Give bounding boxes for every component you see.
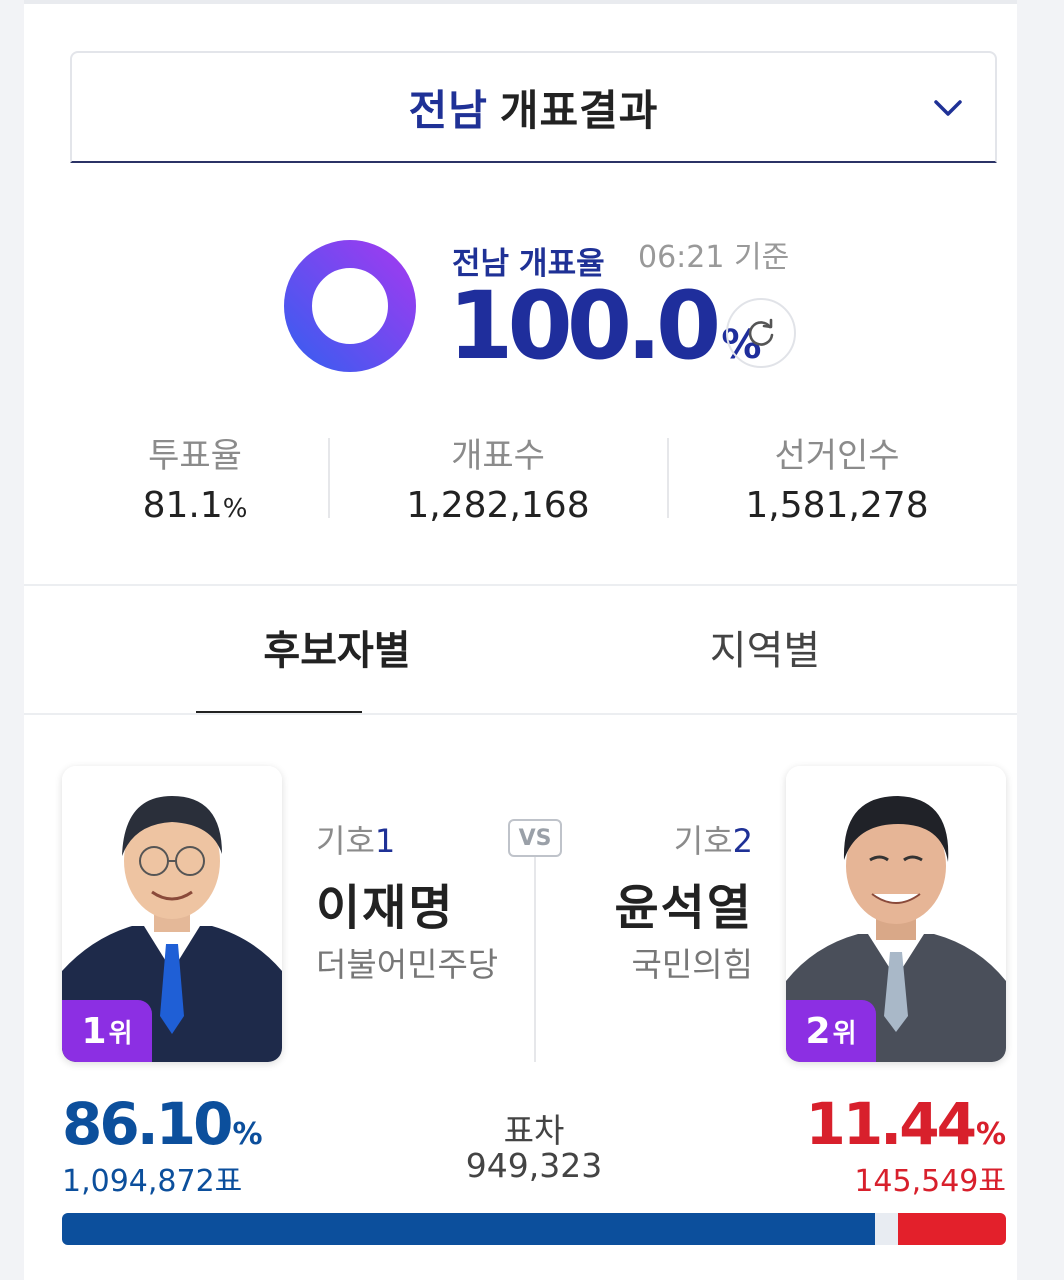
vs-badge: VS bbox=[508, 819, 562, 857]
candidate-1-number-value: 1 bbox=[374, 822, 396, 860]
tabs-divider bbox=[24, 713, 1017, 715]
vote-difference-label: 표차 bbox=[503, 1111, 565, 1150]
candidate-2-number-prefix: 기호 bbox=[673, 822, 733, 860]
candidate-1-votes: 1,094,872표 bbox=[62, 1164, 243, 1199]
stat-electorate-label: 선거인수 bbox=[774, 436, 900, 476]
candidate-1-name: 이재명 bbox=[316, 880, 455, 936]
top-divider bbox=[24, 0, 1017, 4]
count-rate-number: 100.0 bbox=[448, 272, 721, 381]
count-time: 06:21 기준 bbox=[638, 240, 790, 275]
candidate-2-party: 국민의힘 bbox=[631, 945, 753, 984]
stat-counted-value: 1,282,168 bbox=[406, 485, 590, 526]
refresh-button[interactable] bbox=[726, 298, 796, 368]
candidate-1-rank-badge: 1위 bbox=[62, 1000, 152, 1062]
section-divider bbox=[24, 584, 1017, 586]
vote-difference-value: 949,323 bbox=[465, 1146, 603, 1185]
candidate-1-rank-number: 1 bbox=[81, 1010, 107, 1052]
candidate-2-rank-badge: 2위 bbox=[786, 1000, 876, 1062]
chevron-down-icon bbox=[934, 100, 962, 116]
tab-by-candidate[interactable]: 후보자별 bbox=[172, 618, 502, 676]
vote-share-bar bbox=[62, 1213, 1006, 1245]
candidate-1-percent: 86.10% bbox=[62, 1090, 263, 1158]
stat-counted-label: 개표수 bbox=[451, 436, 545, 476]
candidate-2-photo[interactable]: 2위 bbox=[786, 766, 1006, 1062]
stat-counted: 개표수 1,282,168 bbox=[329, 428, 667, 526]
refresh-icon bbox=[748, 318, 774, 346]
candidate-1-party: 더불어민주당 bbox=[316, 945, 499, 984]
candidate-2-number: 기호2 bbox=[674, 816, 753, 862]
candidate-1-percent-unit: % bbox=[232, 1117, 263, 1152]
candidate-1-percent-value: 86.10 bbox=[62, 1090, 233, 1158]
candidate-1-number-prefix: 기호 bbox=[316, 822, 375, 860]
count-progress-donut bbox=[284, 240, 416, 372]
stat-electorate: 선거인수 1,581,278 bbox=[668, 428, 1006, 526]
stat-turnout-number: 81.1 bbox=[142, 485, 223, 526]
selector-region: 전남 bbox=[408, 85, 488, 135]
candidate-2-number-value: 2 bbox=[732, 822, 753, 860]
candidate-2-rank-unit: 위 bbox=[832, 1018, 857, 1049]
candidate-2-rank-number: 2 bbox=[805, 1010, 831, 1052]
tab-by-region[interactable]: 지역별 bbox=[600, 618, 930, 676]
candidate-2-percent-unit: % bbox=[975, 1117, 1006, 1152]
stat-turnout: 투표율 81.1% bbox=[26, 428, 364, 526]
candidate-2-percent: 11.44% bbox=[805, 1090, 1006, 1158]
selector-title: 전남 개표결과 bbox=[409, 77, 659, 138]
selector-title-text: 개표결과 bbox=[499, 85, 659, 135]
candidate-2-share-bar bbox=[898, 1213, 1006, 1245]
stat-turnout-label: 투표율 bbox=[148, 436, 242, 476]
stat-electorate-value: 1,581,278 bbox=[745, 485, 929, 526]
stat-turnout-value: 81.1% bbox=[26, 485, 364, 526]
vs-divider bbox=[534, 856, 536, 1062]
region-selector[interactable]: 전남 개표결과 bbox=[70, 51, 997, 163]
stat-turnout-unit: % bbox=[222, 494, 248, 524]
count-rate-value: 100.0% bbox=[448, 280, 761, 374]
candidate-1-share-bar bbox=[62, 1213, 875, 1245]
candidate-1-number: 기호1 bbox=[316, 816, 395, 862]
candidate-2-votes: 145,549표 bbox=[854, 1164, 1006, 1199]
candidate-1-photo[interactable]: 1위 bbox=[62, 766, 282, 1062]
candidate-2-percent-value: 11.44 bbox=[805, 1090, 976, 1158]
candidate-2-name: 윤석열 bbox=[614, 880, 753, 936]
candidate-1-rank-unit: 위 bbox=[108, 1018, 133, 1049]
